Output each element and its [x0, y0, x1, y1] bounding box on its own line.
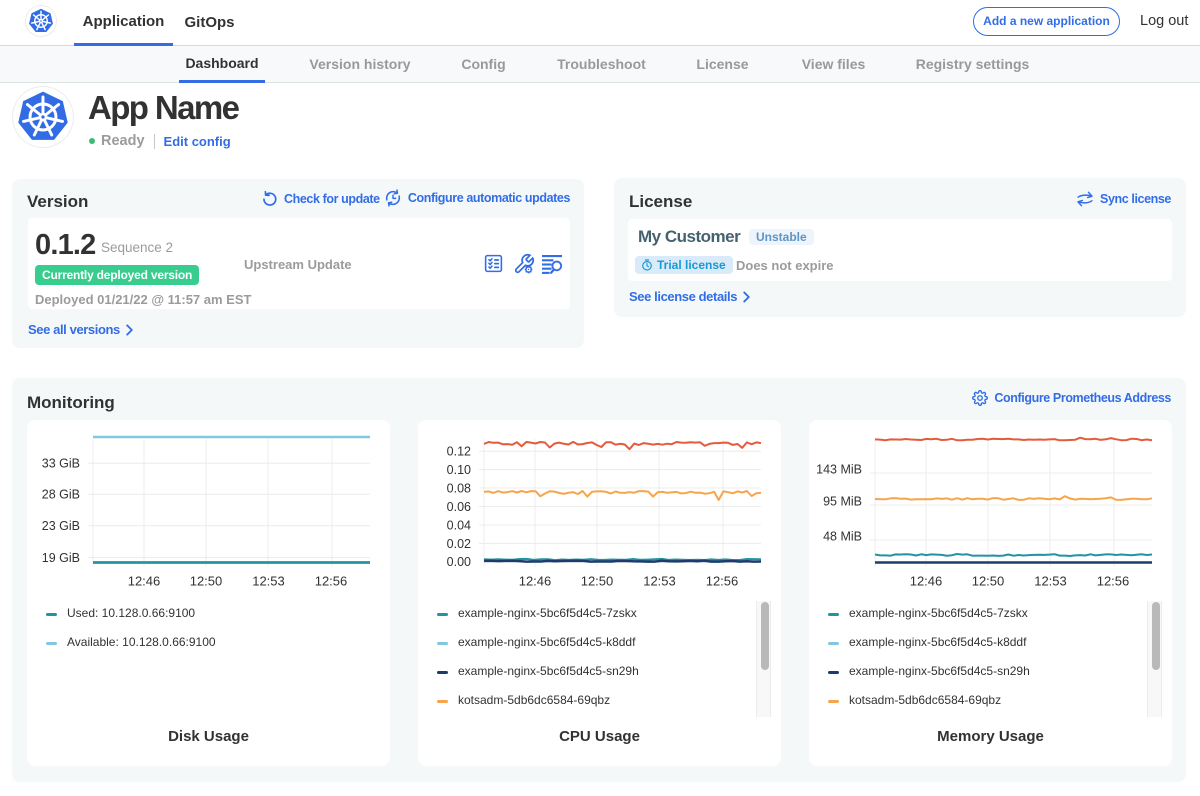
svg-text:12:53: 12:53: [1034, 574, 1067, 589]
svg-text:12:56: 12:56: [1097, 574, 1130, 589]
svg-text:12:50: 12:50: [972, 574, 1005, 589]
svg-text:12:46: 12:46: [519, 574, 552, 589]
svg-text:33 GiB: 33 GiB: [42, 457, 80, 471]
svg-text:12:53: 12:53: [643, 574, 676, 589]
svg-text:48 MiB: 48 MiB: [823, 530, 862, 544]
svg-text:143 MiB: 143 MiB: [816, 463, 862, 477]
svg-text:12:50: 12:50: [581, 574, 614, 589]
svg-text:23 GiB: 23 GiB: [42, 519, 80, 533]
svg-text:12:46: 12:46: [910, 574, 943, 589]
svg-text:0.06: 0.06: [447, 500, 471, 514]
svg-text:0.12: 0.12: [447, 445, 471, 459]
svg-text:12:50: 12:50: [190, 574, 223, 589]
svg-text:12:56: 12:56: [706, 574, 739, 589]
svg-text:28 GiB: 28 GiB: [42, 488, 80, 502]
svg-text:0.02: 0.02: [447, 537, 471, 551]
svg-text:0.04: 0.04: [447, 519, 471, 533]
svg-text:0.08: 0.08: [447, 482, 471, 496]
svg-text:19 GiB: 19 GiB: [42, 551, 80, 565]
svg-text:12:53: 12:53: [252, 574, 285, 589]
svg-text:0.10: 0.10: [447, 463, 471, 477]
svg-text:0.00: 0.00: [447, 555, 471, 569]
svg-text:12:56: 12:56: [315, 574, 348, 589]
svg-text:12:46: 12:46: [128, 574, 161, 589]
svg-text:95 MiB: 95 MiB: [823, 495, 862, 509]
